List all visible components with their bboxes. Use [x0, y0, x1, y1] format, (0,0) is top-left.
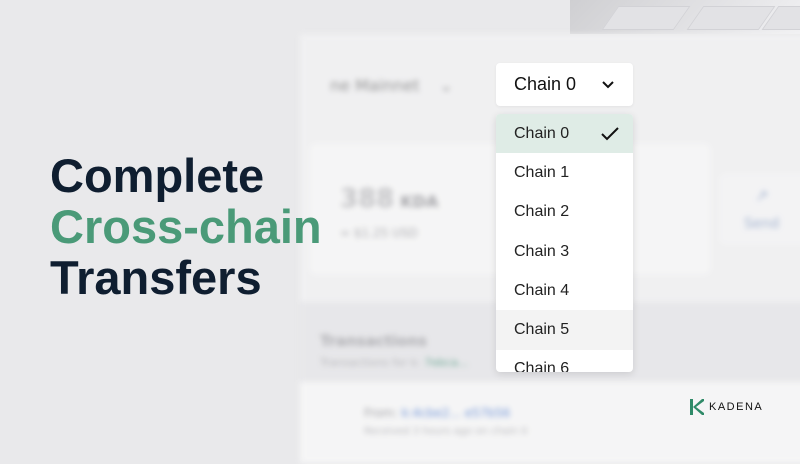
- chain-option[interactable]: Chain 6: [496, 350, 633, 372]
- hero-heading: Complete Cross-chain Transfers: [50, 150, 322, 303]
- transaction-from: From: k:4cbe2... e57b56: [364, 406, 510, 420]
- chain-dropdown-menu: Chain 0 Chain 1 Chain 2 Chain 3 Chain 4 …: [496, 114, 633, 372]
- chain-select-value: Chain 0: [514, 74, 577, 94]
- transaction-meta: Received 3 hours ago on chain 0: [364, 426, 528, 437]
- decor-tile: [601, 6, 691, 30]
- chain-option-label: Chain 2: [514, 203, 570, 221]
- chain-option-label: Chain 6: [514, 360, 570, 372]
- chain-option-label: Chain 0: [514, 124, 570, 142]
- chain-option[interactable]: Chain 0: [496, 114, 633, 154]
- chain-option-label: Chain 1: [514, 163, 570, 181]
- tx-to-link[interactable]: e57b56: [465, 406, 511, 420]
- transaction-row[interactable]: [300, 382, 800, 462]
- balance-usd: ≈ $1.25 USD: [340, 226, 418, 240]
- network-label: ne Mainnet: [330, 76, 420, 95]
- check-icon: [601, 126, 619, 141]
- transactions-sub-prefix: Transactions for k:: [320, 356, 421, 369]
- balance-value: 388: [340, 184, 395, 214]
- balance-amount: 388 KDA: [340, 184, 438, 214]
- chain-option[interactable]: Chain 3: [496, 232, 633, 271]
- decor-tile: [686, 6, 776, 30]
- hero-line-2: Cross-chain: [50, 200, 322, 253]
- network-selector[interactable]: ne Mainnet ⌄: [330, 76, 453, 95]
- hero-line-3: Transfers: [50, 251, 262, 304]
- chain-option-label: Chain 4: [514, 281, 570, 299]
- logo-text: KADENA: [709, 401, 764, 413]
- chevron-down-icon: [602, 80, 614, 88]
- send-card[interactable]: [720, 174, 800, 244]
- kadena-logo: KADENA: [690, 399, 763, 415]
- chain-option[interactable]: Chain 4: [496, 271, 633, 310]
- chain-option-label: Chain 5: [514, 321, 570, 339]
- balance-unit: KDA: [400, 192, 439, 211]
- kadena-mark-icon: [690, 399, 704, 415]
- chain-option-label: Chain 3: [514, 242, 570, 260]
- corner-decoration: [570, 0, 800, 34]
- tx-from-link[interactable]: k:4cbe2...: [402, 406, 461, 420]
- tx-from-label: From:: [364, 406, 398, 420]
- chain-option[interactable]: Chain 5: [496, 310, 633, 350]
- chain-select[interactable]: Chain 0: [496, 63, 633, 106]
- send-button[interactable]: Send: [744, 216, 779, 232]
- arrow-up-right-icon: ↗: [755, 186, 769, 205]
- chain-option[interactable]: Chain 1: [496, 153, 633, 192]
- chain-option[interactable]: Chain 2: [496, 193, 633, 232]
- hero-line-1: Complete: [50, 149, 265, 202]
- chevron-down-icon: ⌄: [439, 76, 453, 95]
- transactions-title: Transactions: [320, 332, 427, 350]
- transactions-subtitle: Transactions for k: 7ebca...: [320, 356, 468, 369]
- transactions-account-link[interactable]: 7ebca...: [424, 356, 468, 369]
